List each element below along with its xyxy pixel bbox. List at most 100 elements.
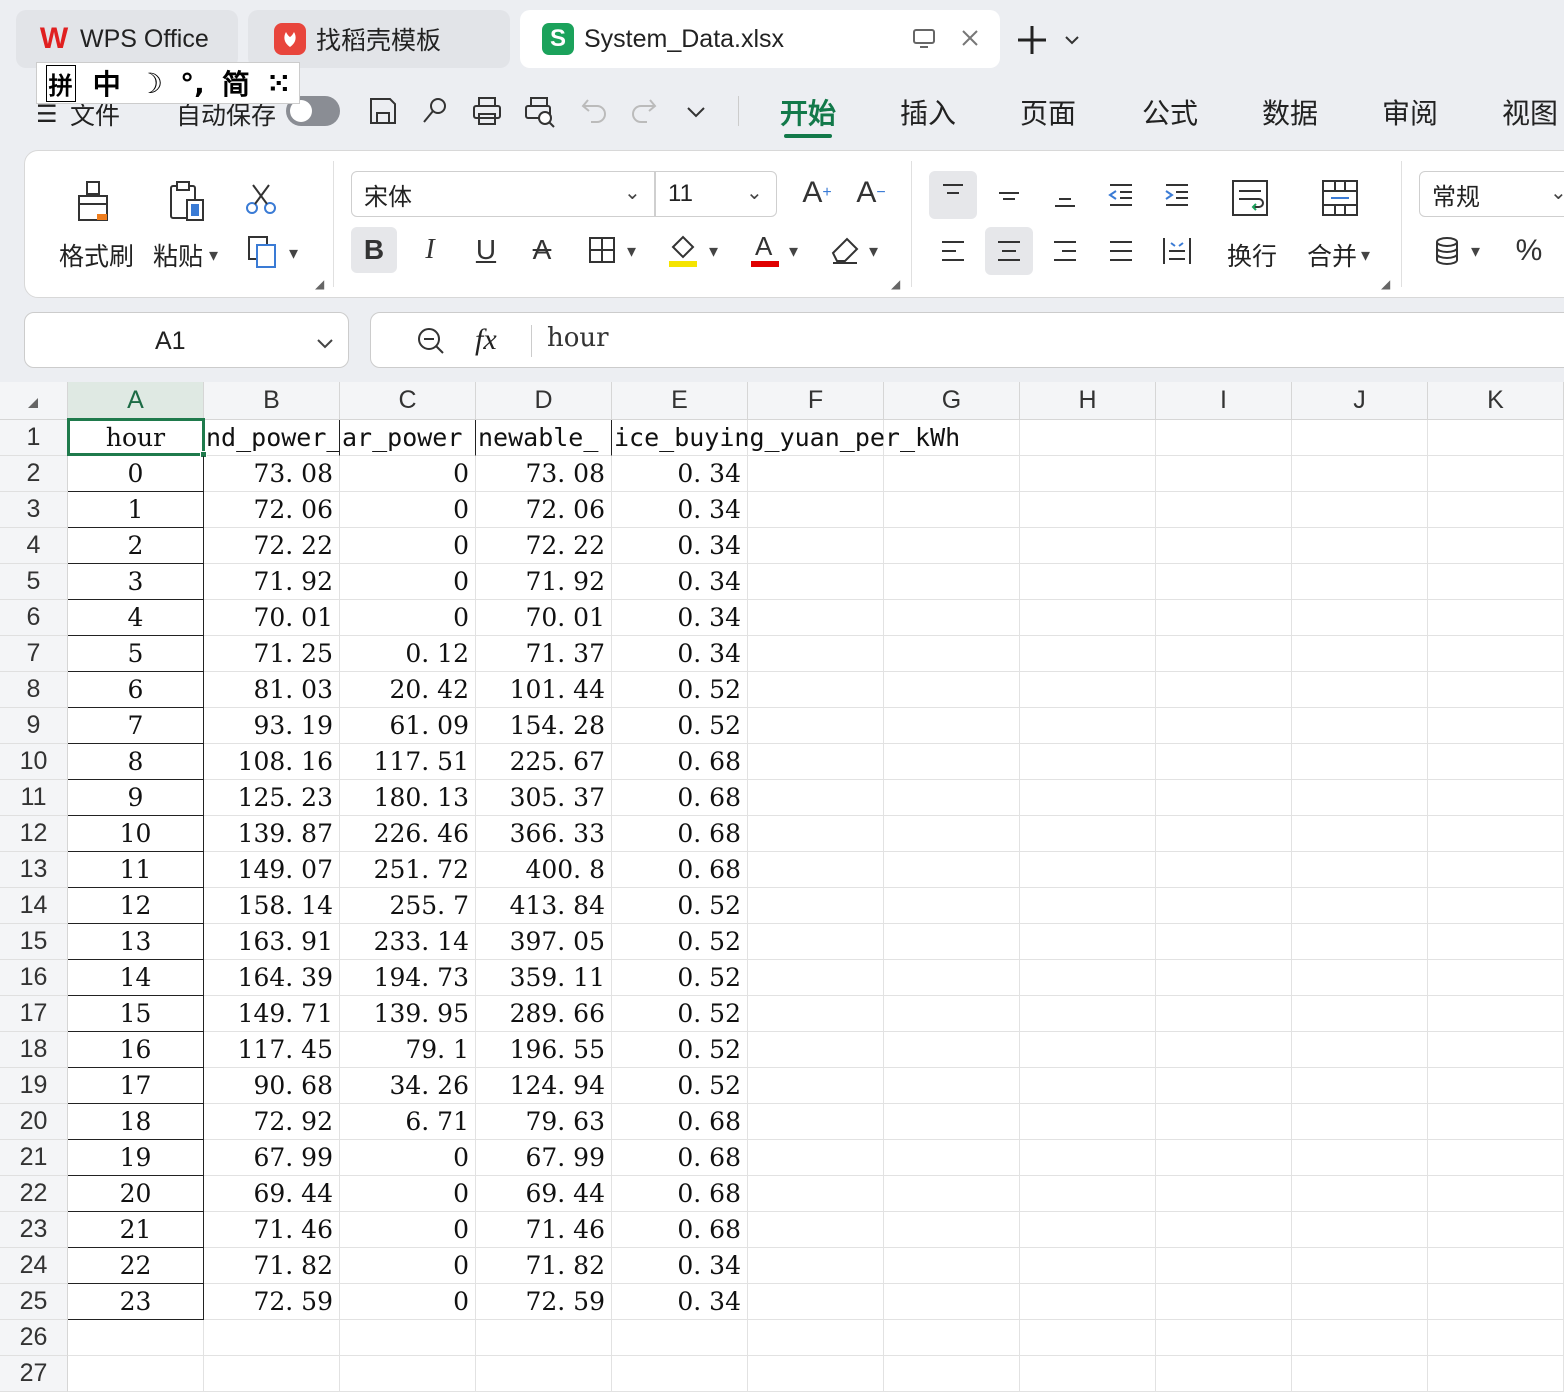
data-cell-c23[interactable]: 0 <box>340 1212 476 1248</box>
data-cell-a7[interactable]: 5 <box>68 636 204 672</box>
data-cell-e6[interactable]: 0. 34 <box>612 600 748 636</box>
percent-button[interactable]: % <box>1507 229 1551 273</box>
select-all-corner[interactable] <box>0 382 68 420</box>
data-cell-c14[interactable]: 255. 7 <box>340 888 476 924</box>
data-cell-d22[interactable]: 69. 44 <box>476 1176 612 1212</box>
data-cell-a8[interactable]: 6 <box>68 672 204 708</box>
data-cell-b21[interactable]: 67. 99 <box>204 1140 340 1176</box>
paste-chevron-icon[interactable]: ▾ <box>209 245 218 266</box>
copy-icon[interactable] <box>243 231 283 271</box>
data-cell-c9[interactable]: 61. 09 <box>340 708 476 744</box>
column-header-h[interactable]: H <box>1020 382 1156 420</box>
data-cell-a9[interactable]: 7 <box>68 708 204 744</box>
formula-input[interactable]: hour <box>547 323 609 353</box>
ime-chinese-mode-icon[interactable]: 中 <box>93 63 121 103</box>
column-header-j[interactable]: J <box>1292 382 1428 420</box>
data-cell-c10[interactable]: 117. 51 <box>340 744 476 780</box>
data-cell-d18[interactable]: 196. 55 <box>476 1032 612 1068</box>
data-cell-e2[interactable]: 0. 34 <box>612 456 748 492</box>
data-cell-d16[interactable]: 359. 11 <box>476 960 612 996</box>
row-header-8[interactable]: 8 <box>0 672 68 708</box>
redo-icon[interactable] <box>628 94 660 131</box>
data-cell-a4[interactable]: 2 <box>68 528 204 564</box>
row-header-2[interactable]: 2 <box>0 456 68 492</box>
row-header-11[interactable]: 11 <box>0 780 68 816</box>
data-cell-d6[interactable]: 70. 01 <box>476 600 612 636</box>
data-cell-e4[interactable]: 0. 34 <box>612 528 748 564</box>
row-header-15[interactable]: 15 <box>0 924 68 960</box>
column-header-e[interactable]: E <box>612 382 748 420</box>
print-preview-icon[interactable] <box>522 94 558 133</box>
data-cell-b24[interactable]: 71. 82 <box>204 1248 340 1284</box>
row-header-3[interactable]: 3 <box>0 492 68 528</box>
data-cell-a6[interactable]: 4 <box>68 600 204 636</box>
data-cell-b12[interactable]: 139. 87 <box>204 816 340 852</box>
data-cell-b19[interactable]: 90. 68 <box>204 1068 340 1104</box>
bold-button[interactable]: B <box>351 227 397 273</box>
data-cell-a25[interactable]: 23 <box>68 1284 204 1320</box>
row-header-13[interactable]: 13 <box>0 852 68 888</box>
wrap-text-icon[interactable] <box>1225 173 1275 223</box>
data-cell-e10[interactable]: 0. 68 <box>612 744 748 780</box>
row-header-5[interactable]: 5 <box>0 564 68 600</box>
font-name-select[interactable]: 宋体 ⌄ <box>351 171 655 217</box>
close-tab-icon[interactable] <box>956 24 984 59</box>
data-cell-e9[interactable]: 0. 52 <box>612 708 748 744</box>
data-cell-a13[interactable]: 11 <box>68 852 204 888</box>
data-cell-a12[interactable]: 10 <box>68 816 204 852</box>
column-header-i[interactable]: I <box>1156 382 1292 420</box>
hamburger-menu-icon[interactable]: ☰ <box>36 100 58 129</box>
column-header-b[interactable]: B <box>204 382 340 420</box>
data-cell-a10[interactable]: 8 <box>68 744 204 780</box>
data-cell-e8[interactable]: 0. 52 <box>612 672 748 708</box>
data-cell-e12[interactable]: 0. 68 <box>612 816 748 852</box>
name-box[interactable]: A1 <box>24 312 349 368</box>
data-cell-c18[interactable]: 79. 1 <box>340 1032 476 1068</box>
save-icon[interactable] <box>366 94 400 133</box>
data-cell-c22[interactable]: 0 <box>340 1176 476 1212</box>
row-header-14[interactable]: 14 <box>0 888 68 924</box>
zoom-formula-icon[interactable] <box>415 325 447 362</box>
tab-wps-office[interactable]: W WPS Office <box>16 10 238 68</box>
data-cell-c25[interactable]: 0 <box>340 1284 476 1320</box>
column-header-a[interactable]: A <box>68 382 204 420</box>
data-cell-c16[interactable]: 194. 73 <box>340 960 476 996</box>
data-cell-b10[interactable]: 108. 16 <box>204 744 340 780</box>
alignment-dialog-launcher-icon[interactable]: ◢ <box>1381 277 1390 291</box>
data-cell-b25[interactable]: 72. 59 <box>204 1284 340 1320</box>
data-cell-b20[interactable]: 72. 92 <box>204 1104 340 1140</box>
undo-icon[interactable] <box>578 94 610 131</box>
fill-color-icon[interactable] <box>661 227 705 271</box>
tab-docer-templates[interactable]: 找稻壳模板 <box>248 10 510 68</box>
column-header-f[interactable]: F <box>748 382 884 420</box>
data-cell-a2[interactable]: 0 <box>68 456 204 492</box>
data-cell-b5[interactable]: 71. 92 <box>204 564 340 600</box>
data-cell-d4[interactable]: 72. 22 <box>476 528 612 564</box>
data-cell-e15[interactable]: 0. 52 <box>612 924 748 960</box>
data-cell-d9[interactable]: 154. 28 <box>476 708 612 744</box>
currency-chevron-icon[interactable]: ▾ <box>1471 241 1480 262</box>
data-cell-b11[interactable]: 125. 23 <box>204 780 340 816</box>
column-header-d[interactable]: D <box>476 382 612 420</box>
data-cell-c17[interactable]: 139. 95 <box>340 996 476 1032</box>
data-cell-c12[interactable]: 226. 46 <box>340 816 476 852</box>
wrap-text-label[interactable]: 换行 <box>1227 237 1277 273</box>
header-cell-c1[interactable]: ar_power <box>342 420 476 456</box>
data-cell-e22[interactable]: 0. 68 <box>612 1176 748 1212</box>
ime-more-icon[interactable]: ⁙ <box>267 67 290 100</box>
data-cell-b22[interactable]: 69. 44 <box>204 1176 340 1212</box>
data-cell-d14[interactable]: 413. 84 <box>476 888 612 924</box>
data-cell-b13[interactable]: 149. 07 <box>204 852 340 888</box>
header-cell-b1[interactable]: nd_power_ <box>206 420 340 456</box>
row-header-27[interactable]: 27 <box>0 1356 68 1392</box>
merge-chevron-icon[interactable]: ▾ <box>1361 245 1370 266</box>
data-cell-d25[interactable]: 72. 59 <box>476 1284 612 1320</box>
row-header-7[interactable]: 7 <box>0 636 68 672</box>
data-cell-d23[interactable]: 71. 46 <box>476 1212 612 1248</box>
increase-indent-icon[interactable] <box>1153 171 1201 219</box>
data-cell-c2[interactable]: 0 <box>340 456 476 492</box>
data-cell-b23[interactable]: 71. 46 <box>204 1212 340 1248</box>
data-cell-b15[interactable]: 163. 91 <box>204 924 340 960</box>
data-cell-a16[interactable]: 14 <box>68 960 204 996</box>
data-cell-e24[interactable]: 0. 34 <box>612 1248 748 1284</box>
